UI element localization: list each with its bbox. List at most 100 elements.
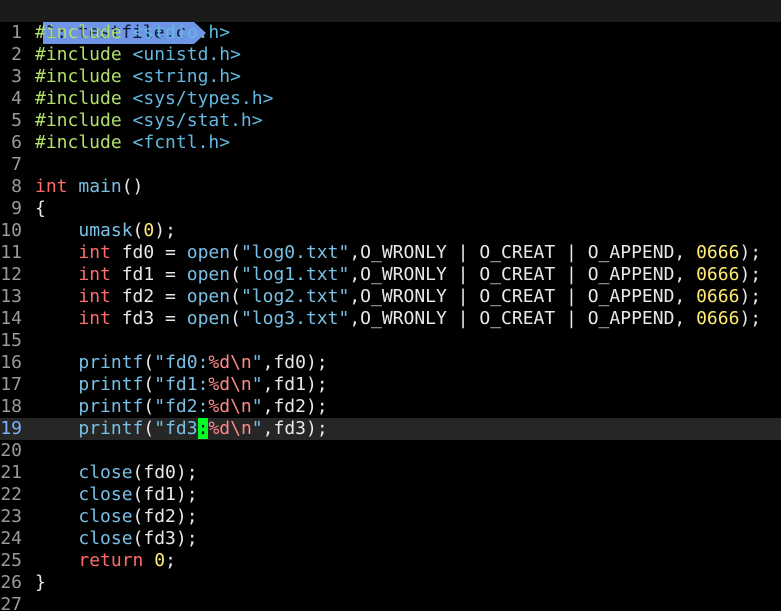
line-number: 19 <box>0 418 22 439</box>
code-token: "fd2: <box>154 396 209 417</box>
code-line[interactable]: 10 umask(0); <box>0 220 781 242</box>
code-line[interactable]: 9{ <box>0 198 781 220</box>
code-editor[interactable]: 1: testfile.c 1 #include <stdio.h> 2 #inclu… <box>0 0 781 611</box>
code-token: ); <box>739 242 762 263</box>
code-line[interactable]: 21 close(fd0); <box>0 462 781 484</box>
line-number: 27 <box>0 594 22 611</box>
code-token: "log3.txt" <box>240 308 350 329</box>
code-token: } <box>35 572 46 593</box>
line-number: 1 <box>11 22 22 43</box>
code-token: (fd2); <box>132 506 198 527</box>
code-token: fd3 = <box>110 308 187 329</box>
code-line[interactable]: 24 close(fd3); <box>0 528 781 550</box>
code-line[interactable]: 6 #include <fcntl.h> <box>0 132 781 154</box>
code-token: #include <box>35 22 133 43</box>
code-line[interactable]: 17 printf("fd1:%d\n",fd1); <box>0 374 781 396</box>
code-token: int <box>78 308 111 329</box>
code-token: " <box>251 418 263 439</box>
code-token: main <box>78 176 122 197</box>
code-token: return <box>78 550 144 571</box>
code-token: " <box>251 396 263 417</box>
code-token: #include <box>35 110 133 131</box>
code-token: ( <box>230 264 241 285</box>
code-line[interactable]: 26} <box>0 572 781 594</box>
code-token: ( <box>143 418 155 439</box>
code-line[interactable]: 15 <box>0 330 781 352</box>
code-token: "log0.txt" <box>240 242 350 263</box>
code-token: ,fd1); <box>262 374 328 395</box>
code-line[interactable]: 20 <box>0 440 781 462</box>
line-number: 26 <box>0 572 22 593</box>
line-number: 21 <box>0 462 22 483</box>
code-token: ,fd3); <box>262 418 328 439</box>
code-token: ( <box>143 396 155 417</box>
code-token: open <box>186 264 231 285</box>
code-token: ); <box>739 286 762 307</box>
line-number: 10 <box>0 220 22 241</box>
code-area[interactable]: 1 #include <stdio.h> 2 #include <unistd.h> 3… <box>0 22 781 611</box>
code-token: ,O_WRONLY | O_CREAT | O_APPEND, <box>349 242 697 263</box>
code-token: close <box>78 484 133 505</box>
code-line[interactable]: 5 #include <sys/stat.h> <box>0 110 781 132</box>
code-token: printf <box>78 374 144 395</box>
line-number: 16 <box>0 352 22 373</box>
code-line[interactable]: 7 <box>0 154 781 176</box>
code-token: (fd0); <box>132 462 198 483</box>
code-token: open <box>186 242 231 263</box>
code-line[interactable]: 25 return 0; <box>0 550 781 572</box>
code-token: #include <box>35 88 133 109</box>
line-number: 25 <box>0 550 22 571</box>
code-token: <fcntl.h> <box>132 132 231 153</box>
code-token: %d\n <box>208 374 252 395</box>
code-line[interactable]: 8 int main() <box>0 176 781 198</box>
code-token: ( <box>230 242 241 263</box>
code-token: <string.h> <box>132 66 241 87</box>
line-number: 15 <box>0 330 22 351</box>
code-token: ,O_WRONLY | O_CREAT | O_APPEND, <box>349 286 697 307</box>
code-token: " <box>251 374 263 395</box>
code-token: umask <box>78 220 133 241</box>
code-token: fd1 = <box>110 264 187 285</box>
code-token: 0666 <box>696 264 740 285</box>
code-token: 0 <box>154 550 166 571</box>
code-token: (fd1); <box>132 484 198 505</box>
code-line[interactable]: 18 printf("fd2:%d\n",fd2); <box>0 396 781 418</box>
code-token: ( <box>230 286 241 307</box>
code-line[interactable]: 19 printf("fd3:%d\n",fd3); <box>0 418 781 440</box>
code-token: " <box>251 352 263 373</box>
line-number: 8 <box>11 176 22 197</box>
code-token: 0 <box>143 220 155 241</box>
code-line[interactable]: 3 #include <string.h> <box>0 66 781 88</box>
code-line[interactable]: 22 close(fd1); <box>0 484 781 506</box>
line-number: 5 <box>11 110 22 131</box>
code-line[interactable]: 1 #include <stdio.h> <box>0 22 781 44</box>
code-line[interactable]: 27 <box>0 594 781 611</box>
code-token: #include <box>35 66 133 87</box>
text-cursor: : <box>197 418 209 439</box>
code-line[interactable]: 13 int fd2 = open("log2.txt",O_WRONLY | … <box>0 286 781 308</box>
code-token: <sys/stat.h> <box>132 110 263 131</box>
code-token: "log1.txt" <box>240 264 350 285</box>
code-token: %d\n <box>208 396 252 417</box>
line-number: 7 <box>11 154 22 175</box>
code-line[interactable]: 4 #include <sys/types.h> <box>0 88 781 110</box>
code-line[interactable]: 12 int fd1 = open("log1.txt",O_WRONLY | … <box>0 264 781 286</box>
code-line[interactable]: 11 int fd0 = open("log0.txt",O_WRONLY | … <box>0 242 781 264</box>
code-line[interactable]: 16 printf("fd0:%d\n",fd0); <box>0 352 781 374</box>
code-token: ,fd2); <box>262 396 328 417</box>
code-line[interactable]: 23 close(fd2); <box>0 506 781 528</box>
code-token: #include <box>35 44 133 65</box>
code-line[interactable]: 14 int fd3 = open("log3.txt",O_WRONLY | … <box>0 308 781 330</box>
code-token: close <box>78 462 133 483</box>
code-line[interactable]: 2 #include <unistd.h> <box>0 44 781 66</box>
